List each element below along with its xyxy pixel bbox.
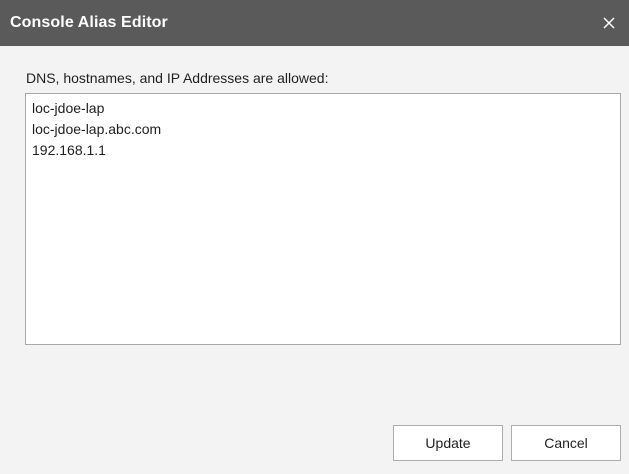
close-button[interactable]	[589, 0, 629, 46]
close-icon	[603, 17, 615, 29]
alias-line: loc-jdoe-lap	[32, 100, 105, 116]
console-alias-editor-dialog: Console Alias Editor DNS, hostnames, and…	[0, 0, 629, 474]
alias-line: 192.168.1.1	[32, 142, 106, 158]
instruction-label: DNS, hostnames, and IP Addresses are all…	[26, 70, 329, 86]
cancel-button[interactable]: Cancel	[511, 425, 621, 461]
title-bar: Console Alias Editor	[0, 0, 629, 46]
alias-line: loc-jdoe-lap.abc.com	[32, 121, 162, 137]
update-button[interactable]: Update	[393, 425, 503, 461]
dialog-title: Console Alias Editor	[10, 14, 168, 31]
alias-textarea[interactable]: loc-jdoe-lap loc-jdoe-lap.abc.com 192.16…	[25, 93, 621, 345]
